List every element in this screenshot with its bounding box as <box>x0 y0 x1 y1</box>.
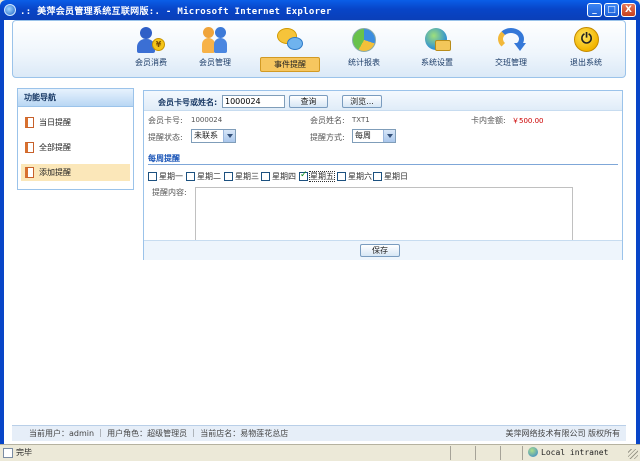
nav-label: 统计报表 <box>348 58 380 67</box>
checkbox[interactable] <box>186 172 195 181</box>
reminder-content-label: 提醒内容: <box>152 188 187 197</box>
nav-item-shift-handover[interactable]: 交班管理 <box>481 25 541 77</box>
sidebar-item-label: 当日提醒 <box>39 118 71 127</box>
nav-label: 系统设置 <box>421 58 453 67</box>
pie-chart-icon <box>349 25 379 55</box>
weekday-checkbox-wed[interactable]: 星期三 <box>224 171 259 182</box>
security-zone: Local intranet <box>528 445 608 461</box>
window-controls: _ □ X <box>587 3 636 17</box>
page-footer: 当前用户：admin ｜ 用户角色：超级管理员 ｜ 当前店名：易物莲花总店 美萍… <box>12 425 626 441</box>
book-icon <box>25 142 34 153</box>
reminder-method-label: 提醒方式: <box>310 133 345 142</box>
member-name-value: TXT1 <box>352 116 370 124</box>
checkbox[interactable] <box>224 172 233 181</box>
nav-item-member-consume[interactable]: ¥ 会员消费 <box>121 25 181 77</box>
maximize-button[interactable]: □ <box>604 3 619 17</box>
weekday-checkbox-sun[interactable]: 星期日 <box>373 171 408 182</box>
save-button[interactable]: 保存 <box>360 244 400 257</box>
chevron-down-icon <box>383 130 395 142</box>
window-titlebar[interactable]: .: 美萍会员管理系统互联网版:. - Microsoft Internet E… <box>0 0 640 20</box>
card-or-name-input[interactable] <box>222 95 285 108</box>
function-nav-panel: 功能导航 当日提醒 全部提醒 添加提醒 <box>17 88 134 190</box>
book-icon <box>25 117 34 128</box>
browser-statusbar: 完毕 Local intranet <box>0 444 640 461</box>
member-consume-icon: ¥ <box>136 25 166 55</box>
status-text: 完毕 <box>16 448 32 457</box>
balance-value: ￥500.00 <box>512 117 544 125</box>
query-button[interactable]: 查询 <box>289 95 328 108</box>
member-name-label: 会员姓名: <box>310 116 345 125</box>
checkbox[interactable] <box>261 172 270 181</box>
checkbox[interactable] <box>337 172 346 181</box>
reminder-content-textarea[interactable] <box>195 187 573 241</box>
section-divider <box>148 164 618 165</box>
nav-item-statistics[interactable]: 统计报表 <box>334 25 394 77</box>
function-nav-title: 功能导航 <box>18 89 133 107</box>
status-divider <box>450 446 451 460</box>
weekday-checkbox-fri[interactable]: 星期五 <box>299 170 335 182</box>
status-divider <box>475 446 476 460</box>
power-icon: ⏻ <box>571 25 601 55</box>
globe-icon <box>528 447 538 457</box>
weekday-checkbox-sat[interactable]: 星期六 <box>337 171 372 182</box>
sidebar-item-all-reminders[interactable]: 全部提醒 <box>21 139 130 156</box>
search-label: 会员卡号或姓名: <box>158 98 218 107</box>
page-icon <box>3 448 13 458</box>
sidebar-item-today-reminders[interactable]: 当日提醒 <box>21 114 130 131</box>
checkbox[interactable] <box>373 172 382 181</box>
sidebar-item-label: 全部提醒 <box>39 143 71 152</box>
status-divider <box>500 446 501 460</box>
book-icon <box>25 167 34 178</box>
window-title: .: 美萍会员管理系统互联网版:. - Microsoft Internet E… <box>20 6 332 17</box>
nav-label: 会员消费 <box>135 58 167 67</box>
close-button[interactable]: X <box>621 3 636 17</box>
balance-label: 卡内金额: <box>471 116 506 125</box>
reminder-status-select[interactable]: 未联系 <box>191 129 236 143</box>
browse-button[interactable]: 浏览... <box>342 95 382 108</box>
system-settings-icon <box>422 25 452 55</box>
zone-label: Local intranet <box>541 448 609 457</box>
resize-grip-icon[interactable] <box>628 449 638 459</box>
nav-item-exit[interactable]: ⏻ 退出系统 <box>556 25 616 77</box>
form-footer: 保存 <box>144 240 622 260</box>
status-divider <box>522 446 523 460</box>
nav-item-system-settings[interactable]: 系统设置 <box>407 25 467 77</box>
nav-label: 退出系统 <box>570 58 602 67</box>
checkbox-checked[interactable] <box>299 170 308 181</box>
current-user-info: 当前用户：admin ｜ 用户角色：超级管理员 ｜ 当前店名：易物莲花总店 <box>29 429 289 438</box>
ie-logo-icon <box>4 4 16 16</box>
weekday-checkbox-tue[interactable]: 星期二 <box>186 171 221 182</box>
nav-item-event-remind[interactable]: 事件提醒 <box>260 25 320 77</box>
reminder-method-select[interactable]: 每周 <box>352 129 396 143</box>
checkbox[interactable] <box>148 172 157 181</box>
chevron-down-icon <box>223 130 235 142</box>
sidebar-item-add-reminder[interactable]: 添加提醒 <box>21 164 130 181</box>
card-number-value: 1000024 <box>191 116 223 124</box>
card-number-label: 会员卡号: <box>148 116 183 125</box>
search-row: 会员卡号或姓名: 查询 浏览... <box>144 91 622 111</box>
nav-label: 交班管理 <box>495 58 527 67</box>
shift-handover-icon <box>496 25 526 55</box>
reminder-status-value: 未联系 <box>194 131 218 140</box>
minimize-button[interactable]: _ <box>587 3 602 17</box>
weekday-checkbox-mon[interactable]: 星期一 <box>148 171 183 182</box>
add-reminder-form: 会员卡号或姓名: 查询 浏览... 会员卡号: 1000024 会员姓名: TX… <box>143 90 623 260</box>
sidebar-item-label: 添加提醒 <box>39 168 71 177</box>
nav-label: 事件提醒 <box>260 57 320 72</box>
member-manage-icon <box>200 25 230 55</box>
nav-label: 会员管理 <box>199 58 231 67</box>
weekly-reminder-title: 每周提醒 <box>148 154 180 163</box>
weekday-checkbox-thu[interactable]: 星期四 <box>261 171 296 182</box>
event-remind-icon <box>275 25 305 55</box>
nav-item-member-manage[interactable]: 会员管理 <box>185 25 245 77</box>
top-nav: ¥ 会员消费 会员管理 事件提醒 统计报表 系统设置 交班管理 ⏻ 退出系统 <box>12 20 626 78</box>
reminder-status-label: 提醒状态: <box>148 133 183 142</box>
copyright: 美萍网络技术有限公司 版权所有 <box>505 429 620 438</box>
reminder-method-value: 每周 <box>355 131 371 140</box>
